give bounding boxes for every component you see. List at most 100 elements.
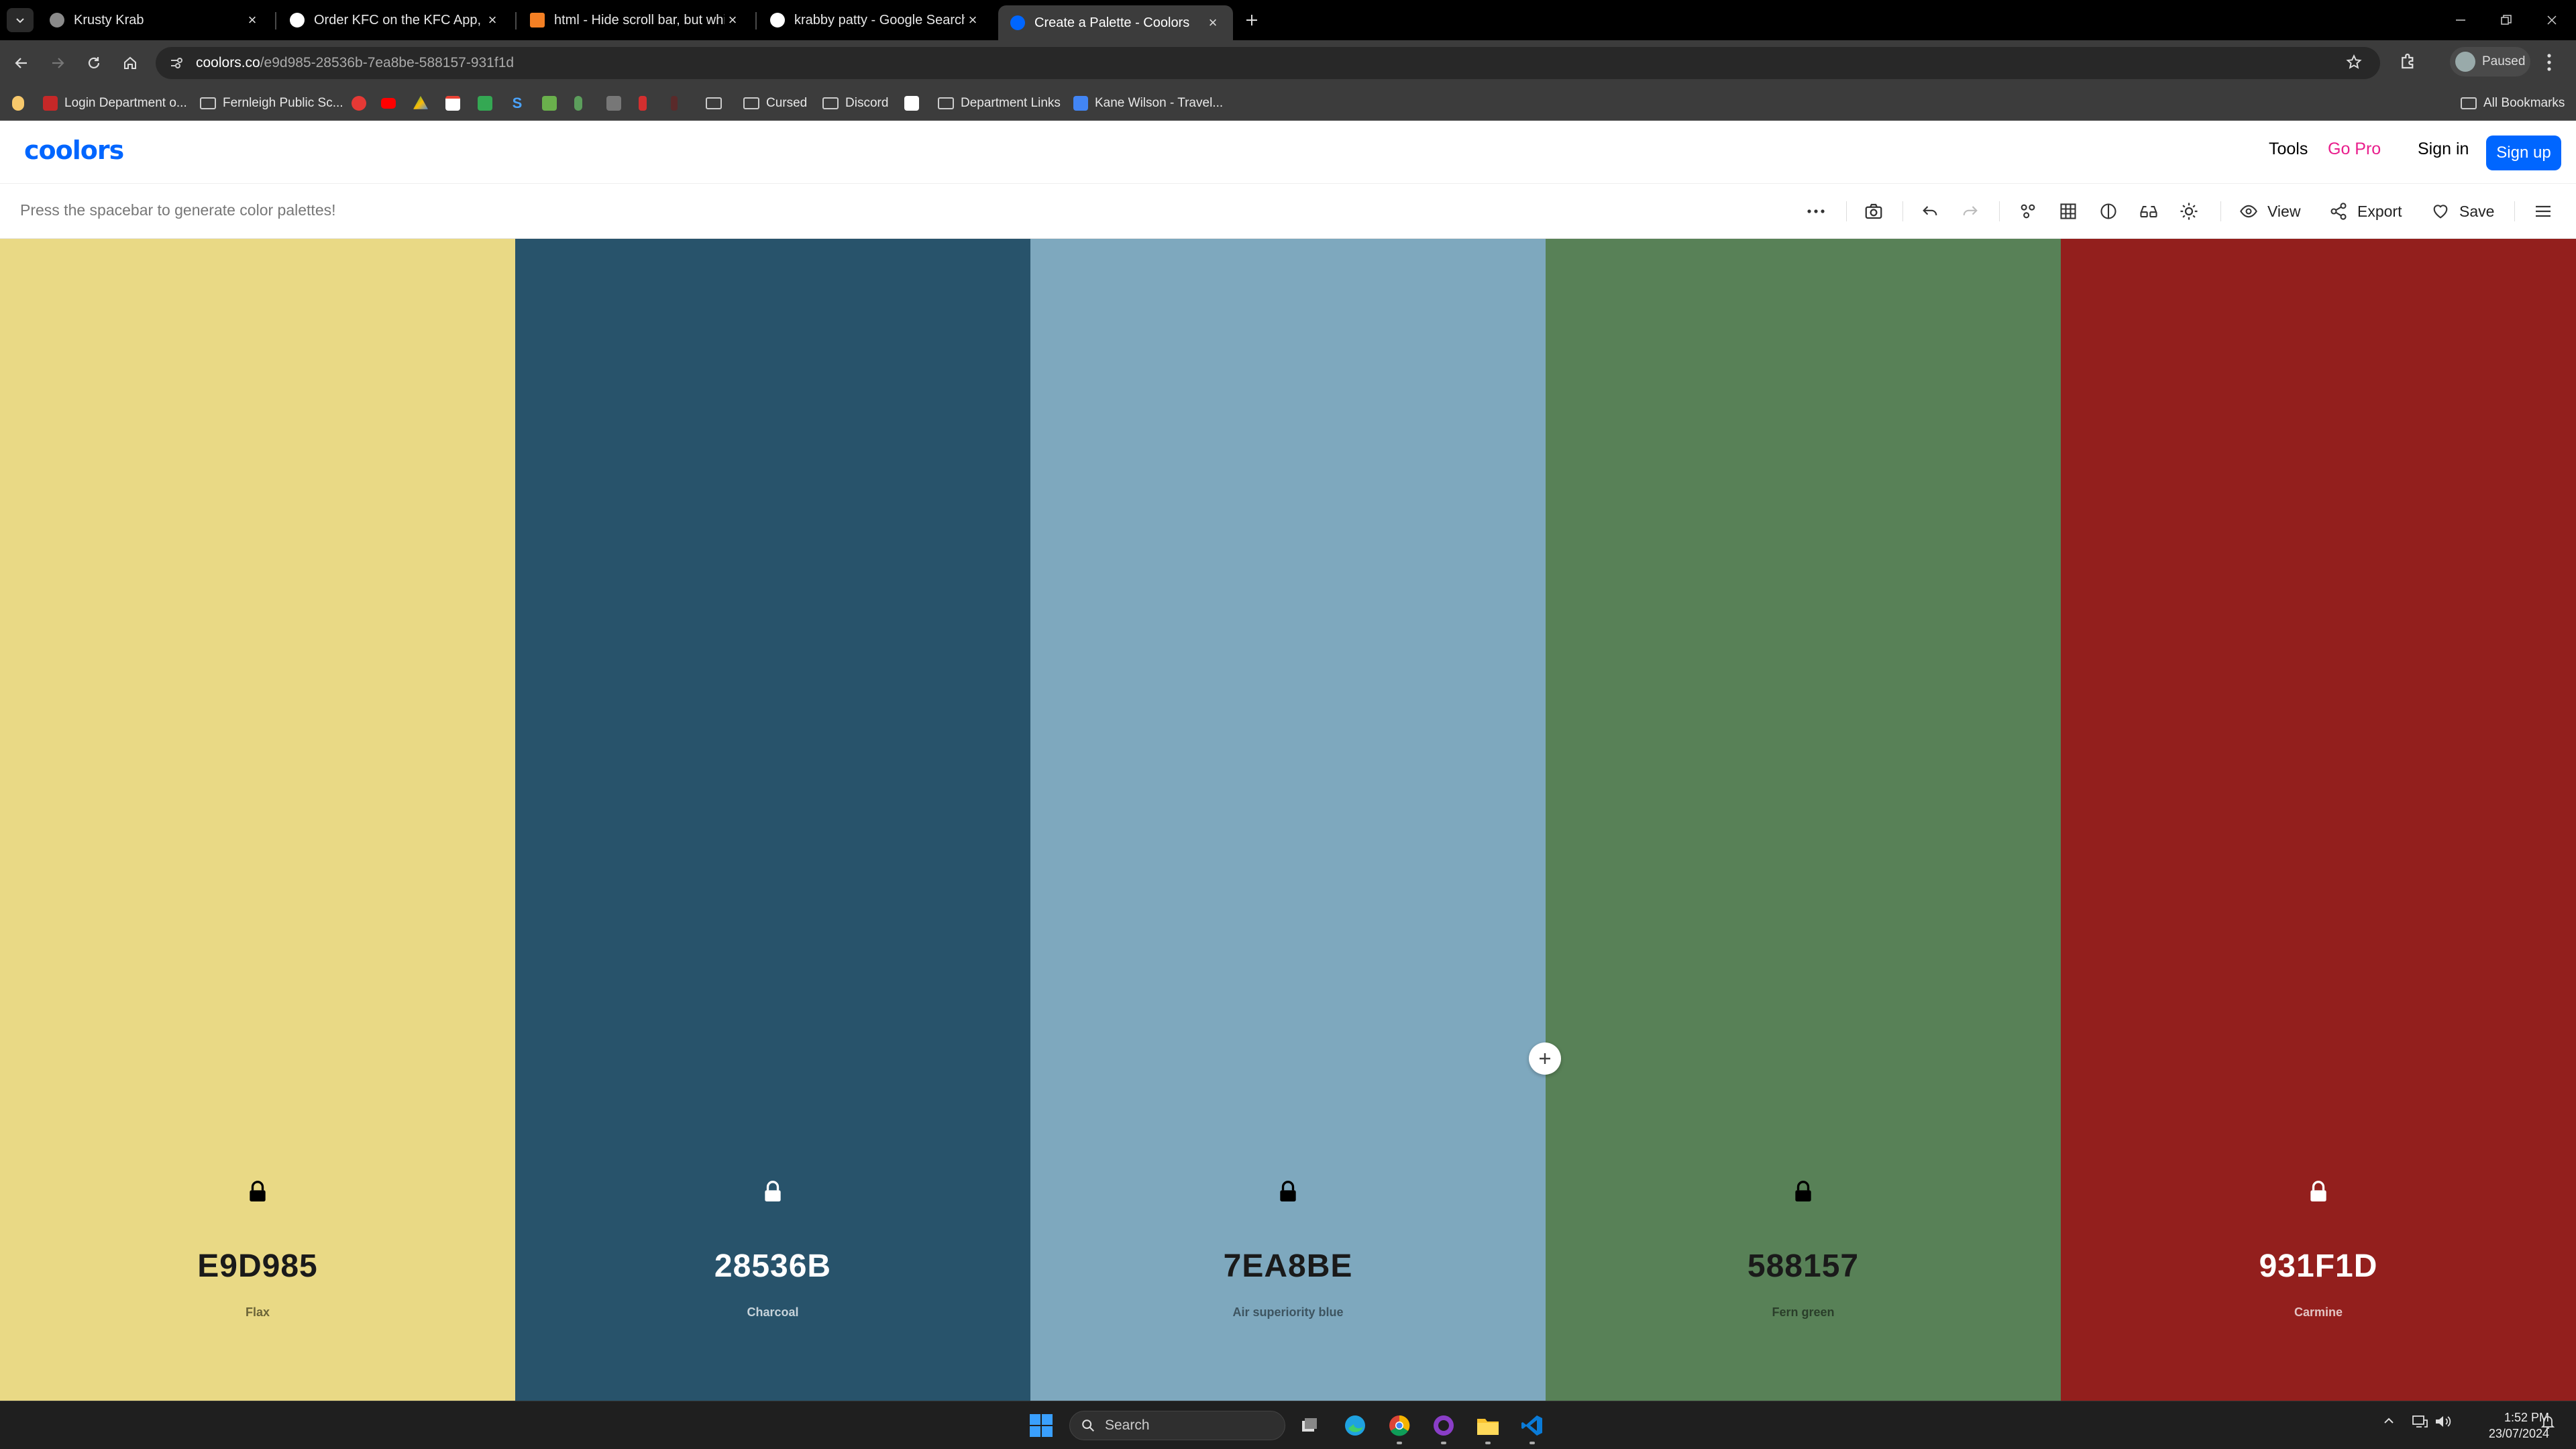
go-pro-link[interactable]: Go Pro [2328,140,2381,159]
bookmark-youtube[interactable] [381,91,402,115]
restore-button[interactable] [2493,9,2520,31]
volume-button[interactable] [2434,1413,2451,1433]
back-button[interactable] [9,51,34,75]
sign-in-link[interactable]: Sign in [2418,140,2469,159]
profile-button[interactable]: Paused [2450,47,2530,76]
bookmark-fernleigh[interactable]: Fernleigh Public Sc... [200,91,343,115]
file-explorer-app[interactable] [1473,1411,1503,1444]
bookmark-gmail[interactable] [445,91,467,115]
color-swatch[interactable]: 28536B Charcoal [515,239,1030,1401]
color-hex-code[interactable]: 7EA8BE [1030,1248,1546,1285]
chrome-app[interactable] [1385,1411,1414,1444]
minimize-button[interactable] [2447,9,2474,31]
color-hex-code[interactable]: 588157 [1546,1248,2061,1285]
lock-icon[interactable] [759,1178,786,1205]
task-view-button[interactable] [1295,1411,1324,1440]
taskbar-clock[interactable]: 1:52 PM 23/07/2024 [2455,1409,2549,1442]
contrast-checker-button[interactable] [2096,199,2121,224]
bookmark-cursed[interactable]: Cursed [743,91,807,115]
toolbar-divider [2220,201,2221,221]
color-swatch[interactable]: 931F1D Carmine [2061,239,2576,1401]
bookmark-login-department[interactable]: Login Department o... [43,91,187,115]
network-button[interactable] [2411,1413,2428,1433]
sign-up-button[interactable]: Sign up [2486,136,2561,170]
notifications-button[interactable] [2540,1413,2556,1434]
extensions-button[interactable] [2398,51,2418,74]
lock-icon[interactable] [1790,1178,1817,1205]
theme-toggle-button[interactable] [2176,199,2202,224]
reload-button[interactable] [82,51,106,75]
palette: E9D985 Flax 28536B Charcoal 7EA8BE Air s… [0,239,2576,1401]
restore-icon [2501,15,2512,25]
bookmark-s[interactable]: S [510,91,531,115]
screenshot-button[interactable] [1861,199,1886,224]
bookmark-sheets[interactable] [478,91,499,115]
bookmark-icon-9[interactable] [606,91,628,115]
bookmark-drive[interactable] [413,91,435,115]
export-button[interactable]: Export [2329,199,2402,224]
coolors-logo[interactable]: coolors [24,136,124,165]
tools-link[interactable]: Tools [2269,140,2308,159]
color-swatch[interactable]: 7EA8BE Air superiority blue [1030,239,1546,1401]
close-icon[interactable]: × [1205,14,1221,32]
browser-menu-button[interactable] [2546,52,2553,76]
close-icon[interactable]: × [244,11,260,29]
new-tab-button[interactable] [1240,8,1264,32]
bookmark-folder-unnamed[interactable] [706,91,729,115]
forward-button[interactable] [46,51,70,75]
bookmark-kane-wilson[interactable]: Kane Wilson - Travel... [1073,91,1223,115]
tab-stackoverflow[interactable]: html - Hide scroll bar, but while × [518,5,753,35]
bookmark-star-button[interactable] [2345,54,2363,74]
bookmark-icon-10[interactable] [639,91,653,115]
lock-icon[interactable] [244,1178,271,1205]
tab-google-search[interactable]: krabby patty - Google Search × [758,5,993,35]
bookmark-department-links[interactable]: Department Links [938,91,1061,115]
close-window-button[interactable] [2538,9,2565,31]
bookmark-hand[interactable] [12,91,31,115]
bookmark-icon-8[interactable] [574,91,589,115]
color-hex-code[interactable]: 931F1D [2061,1248,2576,1285]
tab-krusty-krab[interactable]: Krusty Krab × [38,5,272,35]
start-button[interactable] [1026,1411,1056,1440]
bookmark-icon-12[interactable] [675,91,696,115]
close-icon[interactable]: × [965,11,981,29]
bookmark-discord[interactable]: Discord [822,91,888,115]
lock-icon[interactable] [1275,1178,1301,1205]
bookmark-icon-1[interactable] [352,91,373,115]
adjust-palette-button[interactable] [2015,199,2041,224]
github-desktop-app[interactable] [1429,1411,1458,1444]
folder-icon [938,97,954,109]
running-indicator [1397,1442,1402,1444]
save-button[interactable]: Save [2431,199,2494,224]
drive-icon [413,96,428,109]
tray-overflow-button[interactable] [2381,1413,2396,1432]
bookmark-amazon[interactable] [904,91,926,115]
color-swatch[interactable]: E9D985 Flax [0,239,515,1401]
color-hex-code[interactable]: 28536B [515,1248,1030,1285]
undo-button[interactable] [1917,199,1943,224]
hamburger-menu-button[interactable] [2530,199,2556,224]
more-options-button[interactable] [1803,199,1829,224]
view-button[interactable]: View [2239,199,2300,224]
bookmark-icon-7[interactable] [542,91,564,115]
redo-button[interactable] [1957,199,1983,224]
site-info-icon[interactable] [169,56,184,70]
close-icon[interactable]: × [724,11,741,29]
tab-search-button[interactable] [7,8,34,32]
tab-coolors[interactable]: Create a Palette - Coolors × [998,5,1233,40]
quick-view-button[interactable] [2055,199,2081,224]
color-hex-code[interactable]: E9D985 [0,1248,515,1285]
color-blindness-button[interactable] [2136,199,2161,224]
taskbar-search[interactable]: Search [1069,1411,1285,1440]
kebab-menu-icon [2547,54,2551,71]
edge-app[interactable] [1340,1411,1370,1440]
address-bar[interactable]: coolors.co/e9d985-28536b-7ea8be-588157-9… [156,47,2380,79]
add-color-button[interactable] [1529,1042,1561,1075]
tab-kfc[interactable]: Order KFC on the KFC App, Dri × [278,5,513,35]
lock-icon[interactable] [2305,1178,2332,1205]
close-icon[interactable]: × [484,11,500,29]
vscode-app[interactable] [1517,1411,1547,1444]
all-bookmarks[interactable]: All Bookmarks [2461,91,2565,115]
home-button[interactable] [118,51,142,75]
color-swatch[interactable]: 588157 Fern green [1546,239,2061,1401]
